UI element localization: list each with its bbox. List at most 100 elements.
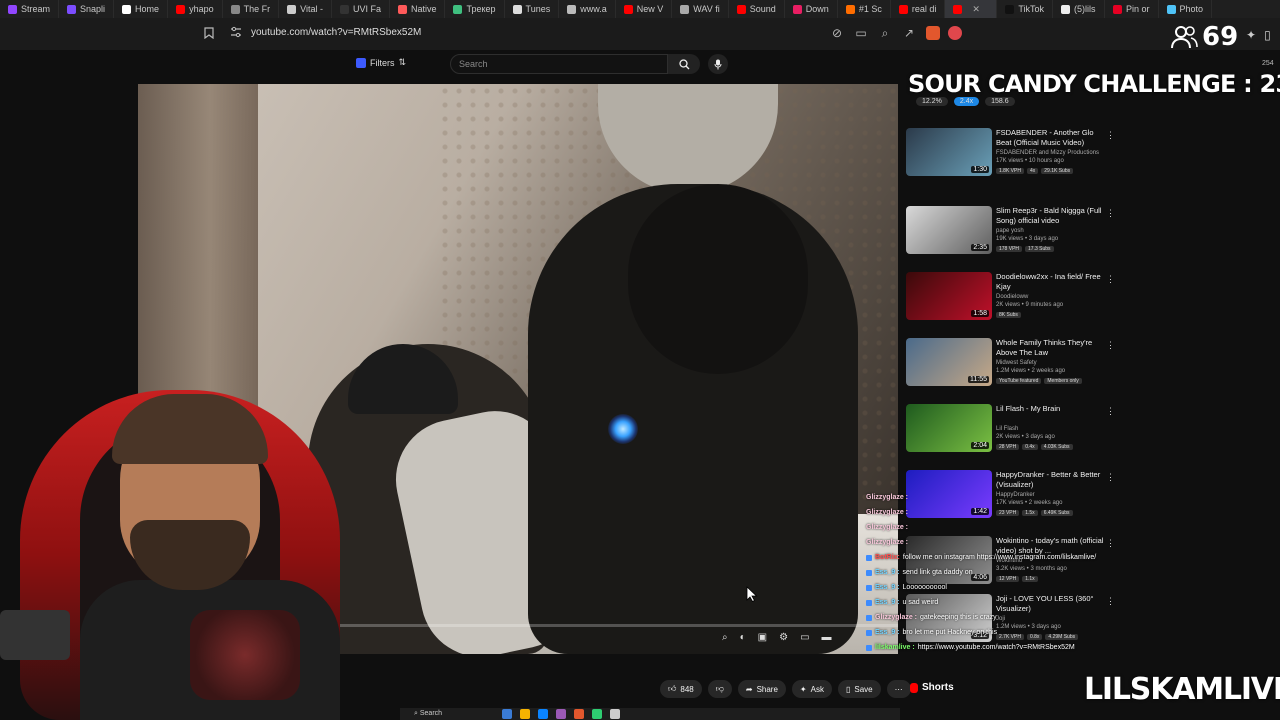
browser-tab[interactable]: #1 Sc	[838, 0, 891, 18]
browser-tab[interactable]: Snapli	[59, 0, 115, 18]
voice-search-button[interactable]	[708, 54, 728, 74]
obs-icon[interactable]	[610, 709, 620, 719]
video-channel[interactable]: Doodieloww	[996, 294, 1028, 300]
tab-favicon-icon	[953, 4, 963, 14]
search-button[interactable]	[668, 54, 700, 74]
stat-chip[interactable]: 158.6	[985, 97, 1015, 106]
autoplay-toggle-icon[interactable]: ◐	[740, 632, 746, 643]
video-channel[interactable]: pape yosh	[996, 228, 1024, 234]
video-thumbnail[interactable]: 1:30	[906, 128, 992, 176]
video-channel[interactable]: FSDABENDER and Mizzy Productions	[996, 150, 1099, 156]
video-title[interactable]: Whole Family Thinks They're Above The La…	[996, 338, 1106, 358]
browser-tab[interactable]: Tunes	[505, 0, 560, 18]
taskbar-search[interactable]: ⌕ Search	[414, 710, 494, 718]
stat-chip[interactable]: 12.2%	[916, 97, 948, 106]
chat-username: Glizzyglaze :	[866, 509, 909, 516]
browser-tab[interactable]: Home	[114, 0, 169, 18]
browser-tab[interactable]: New V	[616, 0, 673, 18]
url-field[interactable]: youtube.com/watch?v=RMtRSbex52M	[251, 27, 421, 38]
save-button[interactable]: ▯ Save	[837, 680, 881, 698]
brave-taskbar-icon[interactable]	[574, 709, 584, 719]
stat-chip[interactable]: 2.4x	[953, 97, 980, 106]
browser-tab[interactable]: ✕	[945, 0, 998, 18]
video-title[interactable]: Doodieloww2xx - Ina field/ Free Kjay	[996, 272, 1106, 292]
ask-button[interactable]: ✦ Ask	[791, 680, 832, 698]
captions-icon[interactable]: ▣	[758, 632, 767, 643]
browser-tab[interactable]: real di	[891, 0, 946, 18]
video-tags: 8K Subs	[996, 312, 1021, 318]
settings-gear-icon[interactable]: ⚙	[779, 632, 788, 643]
recommended-video[interactable]: 11:55 Whole Family Thinks They're Above T…	[906, 338, 1116, 402]
video-title[interactable]: Lil Flash - My Brain	[996, 404, 1106, 414]
browser-tab[interactable]: Photo	[1159, 0, 1213, 18]
filters-button[interactable]: Filters ⇅	[356, 57, 406, 68]
video-thumbnail[interactable]: 11:55	[906, 338, 992, 386]
video-thumbnail[interactable]: 2:04	[906, 404, 992, 452]
cast-icon[interactable]: ▭	[854, 26, 868, 41]
tab-label: yhapo	[189, 4, 214, 14]
brave-shield-icon[interactable]	[926, 26, 940, 40]
tab-label: www.a	[580, 4, 607, 14]
tab-favicon-icon	[287, 4, 297, 14]
zoom-icon[interactable]: ⌕	[878, 26, 892, 41]
like-button[interactable]: 👍︎ 848	[660, 680, 702, 698]
miniplayer-icon[interactable]: ▭	[800, 632, 809, 643]
browser-tab[interactable]: The Fr	[223, 0, 280, 18]
browser-tab[interactable]: Stream	[0, 0, 60, 18]
browser-tab[interactable]: www.a	[559, 0, 616, 18]
video-title[interactable]: HappyDranker - Better & Better (Visualiz…	[996, 470, 1106, 490]
dislike-button[interactable]: 👎︎	[707, 680, 732, 698]
store-icon[interactable]	[538, 709, 548, 719]
spotify-icon[interactable]	[592, 709, 602, 719]
browser-tab[interactable]: Sound	[729, 0, 785, 18]
browser-tab[interactable]: (5)lils	[1053, 0, 1106, 18]
browser-tab[interactable]: WAV fi	[672, 0, 729, 18]
folder-icon[interactable]	[520, 709, 530, 719]
recommended-video[interactable]: 2:04 Lil Flash - My Brain Lil Flash 2K view…	[906, 404, 1116, 468]
more-vertical-icon[interactable]: ⋮	[1106, 340, 1115, 351]
video-thumbnail[interactable]: 1:58	[906, 272, 992, 320]
discord-icon[interactable]	[556, 709, 566, 719]
browser-tab[interactable]: Native	[390, 0, 446, 18]
recommended-video[interactable]: 1:30 FSDABENDER - Another Glo Beat (Offic…	[906, 128, 1116, 192]
chat-text: https://www.youtube.com/watch?v=RMtRSbex…	[917, 644, 1075, 651]
video-title[interactable]: Slim Reep3r - Bald Niggga (Full Song) of…	[996, 206, 1106, 226]
browser-tab[interactable]: Трекер	[445, 0, 505, 18]
bookmark-save-icon: ▯	[845, 684, 851, 694]
more-vertical-icon[interactable]: ⋮	[1106, 130, 1115, 141]
mute-icon[interactable]: ⊘	[830, 26, 844, 41]
share-icon[interactable]: ↗	[902, 26, 916, 41]
bookmark-icon[interactable]	[204, 27, 216, 41]
brave-rewards-icon[interactable]	[948, 26, 962, 40]
site-settings-icon[interactable]	[230, 26, 242, 41]
thumbs-up-icon: 👍︎	[668, 684, 677, 693]
search-input[interactable]: Search	[450, 54, 668, 74]
more-actions-button[interactable]: ⋯	[886, 680, 911, 698]
browser-tab[interactable]: yhapo	[168, 0, 223, 18]
tab-label: Down	[805, 4, 829, 14]
browser-tab[interactable]: Pin or	[1105, 0, 1159, 18]
more-vertical-icon[interactable]: ⋮	[1106, 208, 1115, 219]
recommended-video[interactable]: 2:35 Slim Reep3r - Bald Niggga (Full Song…	[906, 206, 1116, 270]
video-channel[interactable]: Lil Flash	[996, 426, 1018, 432]
video-channel[interactable]: Midwest Safety	[996, 360, 1037, 366]
video-thumbnail[interactable]: 2:35	[906, 206, 992, 254]
video-meta: 17K views • 10 hours ago	[996, 158, 1064, 164]
browser-tab[interactable]: Vital -	[279, 0, 332, 18]
shorts-header[interactable]: Shorts	[910, 682, 954, 693]
browser-tab[interactable]: Down	[785, 0, 838, 18]
browser-tab[interactable]: UVI Fa	[332, 0, 390, 18]
share-button[interactable]: ➦ Share	[737, 680, 786, 698]
close-tab-icon[interactable]: ✕	[972, 4, 980, 15]
taskbar-app-icon[interactable]	[502, 709, 512, 719]
more-vertical-icon[interactable]: ⋮	[1106, 406, 1115, 417]
extensions-icon[interactable]: ✦	[1246, 28, 1256, 42]
browser-tab[interactable]: TikTok	[997, 0, 1054, 18]
more-vertical-icon[interactable]: ⋮	[1106, 274, 1115, 285]
more-vertical-icon[interactable]: ⋮	[1106, 472, 1115, 483]
theater-mode-icon[interactable]: ▬	[822, 632, 832, 643]
sidebar-icon[interactable]: ▯	[1264, 28, 1271, 42]
video-title[interactable]: FSDABENDER - Another Glo Beat (Official …	[996, 128, 1106, 148]
stats-icon[interactable]: ⌕	[722, 632, 728, 643]
recommended-video[interactable]: 1:58 Doodieloww2xx - Ina field/ Free Kjay…	[906, 272, 1116, 336]
